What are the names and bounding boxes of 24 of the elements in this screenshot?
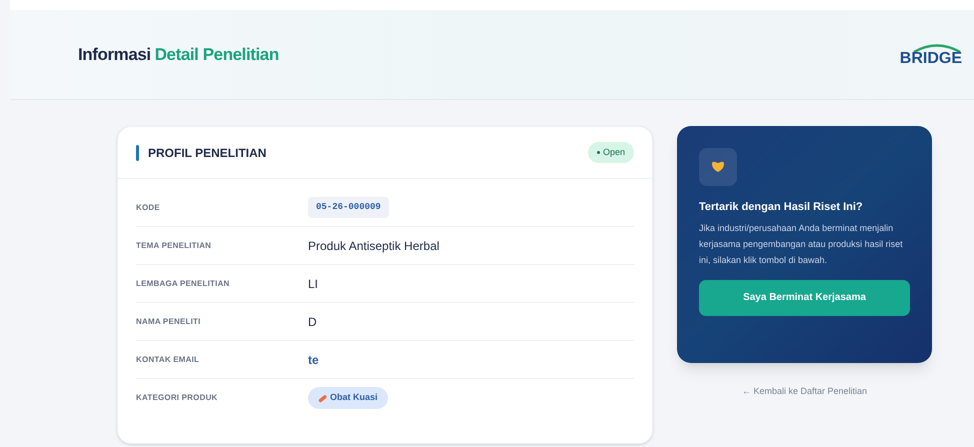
page-title: Informasi	[78, 44, 151, 66]
bridge-logo: BRIDGE	[900, 42, 962, 66]
field-value: LI	[308, 276, 318, 292]
code-chip: 05-26-000009	[308, 196, 389, 218]
field-label: TEMA PENELITIAN	[136, 240, 212, 252]
section-title: PROFIL PENELITIAN	[148, 144, 266, 162]
field-label: LEMBAGA PENELITIAN	[136, 278, 231, 290]
email-link[interactable]: te	[308, 350, 319, 368]
status-badge: Open	[588, 142, 634, 164]
interest-button[interactable]: Saya Berminat Kerjasama	[699, 280, 910, 316]
field-label: NAMA PENELITI	[136, 316, 202, 328]
category-tag: Obat Kuasi	[308, 387, 388, 409]
pill-icon	[318, 394, 327, 402]
field-label: KODE	[136, 202, 161, 214]
field-value: D	[308, 314, 317, 330]
field-label: KATEGORI PRODUK	[136, 392, 219, 404]
field-value: Produk Antiseptik Herbal	[308, 238, 440, 254]
field-label: KONTAK EMAIL	[136, 354, 200, 366]
cta-title: Tertarik dengan Hasil Riset Ini?	[699, 200, 864, 215]
accent-bar	[136, 144, 139, 160]
arc-icon	[912, 42, 962, 52]
page-title-highlight: Detail Penelitian	[154, 44, 279, 66]
cta-description: Jika industri/perusahaan Anda berminat menjalin kerjasama pengembangan atau produksi hasil riset ini, silakan klik tombol di bawah.	[699, 222, 904, 266]
back-link[interactable]: ← Kembali ke Daftar Penelitian	[742, 385, 868, 398]
